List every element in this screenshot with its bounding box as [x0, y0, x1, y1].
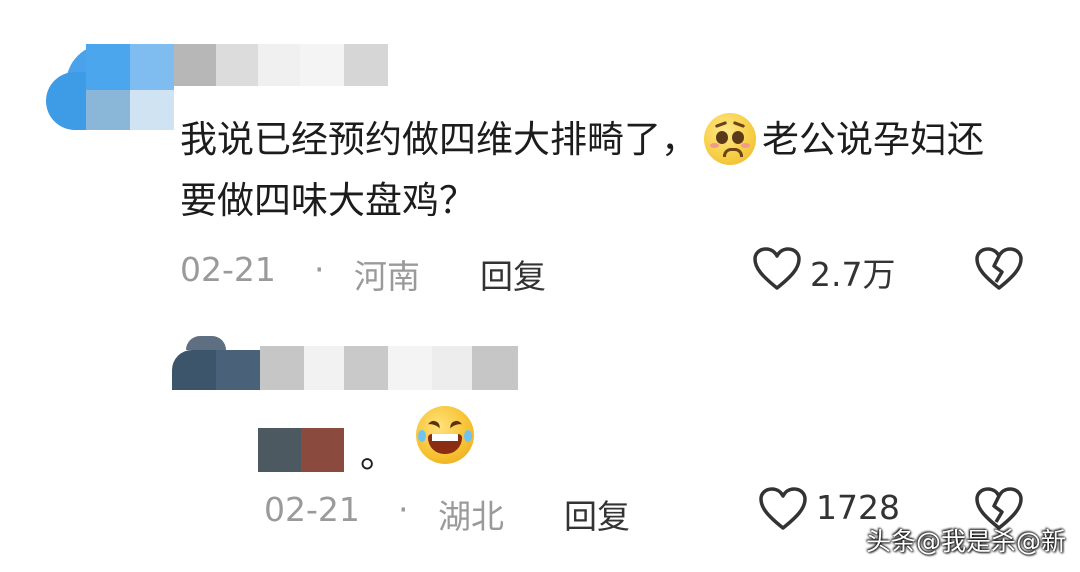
- like-count: 2.7万: [810, 255, 896, 294]
- like-button[interactable]: 2.7万: [752, 246, 912, 294]
- reply-button[interactable]: 回复: [480, 250, 546, 298]
- reply-avatar[interactable]: [172, 336, 304, 390]
- reply-location: 湖北: [438, 497, 504, 536]
- meta-separator: ·: [314, 250, 325, 289]
- heart-icon: [753, 247, 801, 290]
- reply-reply-button[interactable]: 回复: [564, 490, 630, 538]
- heart-icon: [759, 487, 807, 530]
- username[interactable]: [174, 44, 388, 86]
- reply-meta-separator: ·: [398, 490, 409, 529]
- reply-text: 。: [360, 433, 397, 476]
- watermark: 头条@我是杀@新: [865, 527, 1066, 556]
- laughing-face-icon: [416, 406, 474, 464]
- worried-face-icon: [704, 112, 756, 165]
- reply-date: 02-21: [264, 490, 360, 529]
- comment-location: 河南: [354, 257, 420, 296]
- avatar[interactable]: [46, 44, 174, 130]
- dislike-button[interactable]: [974, 246, 1024, 292]
- reply-quoted-name: [258, 428, 344, 472]
- comment-text: 我说已经预约做四维大排畸了， 老公说孕妇还要做四味大盘鸡？: [180, 110, 1020, 231]
- comment-date: 02-21: [180, 250, 276, 289]
- comment-text-part1: 我说已经预约做四维大排畸了，: [180, 118, 698, 161]
- reply-username[interactable]: [304, 346, 518, 390]
- broken-heart-icon: [975, 247, 1023, 290]
